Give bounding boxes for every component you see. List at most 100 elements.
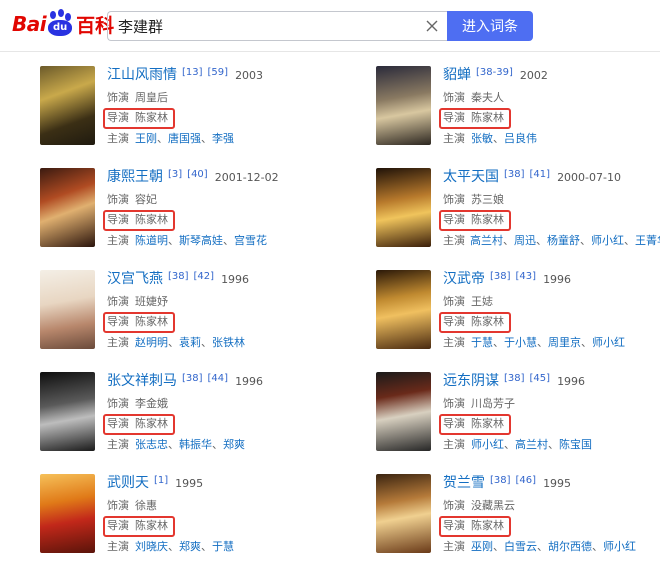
work-card: 汉宫飞燕 [38] [42] 1996 饰演 班婕妤 导演 陈家林 主演 赵明明、袁莉、张铁林 (0, 264, 330, 366)
work-title-link[interactable]: 武则天 (107, 473, 149, 494)
actor-link[interactable]: 高兰村 (470, 234, 503, 247)
reference-link[interactable]: [38] (168, 267, 189, 288)
reference-link[interactable]: [38] (182, 369, 203, 390)
actor-link[interactable]: 张铁林 (212, 336, 245, 349)
poster-image[interactable] (40, 372, 95, 451)
director-highlight-box (439, 516, 511, 537)
actor-link[interactable]: 巫刚 (471, 540, 493, 553)
actor-link[interactable]: 杨童舒 (547, 234, 580, 247)
actor-link[interactable]: 郑爽 (223, 438, 245, 451)
work-title-link[interactable]: 汉武帝 (443, 269, 485, 290)
poster-image[interactable] (40, 474, 95, 553)
title-line: 貂蝉 [38-39] 2002 (443, 65, 660, 88)
work-title-link[interactable]: 貂蝉 (443, 65, 471, 86)
work-title-link[interactable]: 张文祥刺马 (107, 371, 177, 392)
director-row: 导演 陈家林 (439, 516, 660, 537)
close-icon[interactable] (423, 17, 441, 35)
actor-link[interactable]: 王菁华 (635, 234, 660, 247)
actor-link[interactable]: 陈道明 (135, 234, 168, 247)
reference-link[interactable]: [38] (504, 165, 525, 186)
role-value: 苏三娘 (471, 192, 504, 206)
reference-link[interactable]: [38] (490, 267, 511, 288)
cast-row: 主演 陈道明、斯琴高娃、宫雪花 (107, 231, 332, 252)
actor-link[interactable]: 赵明明 (135, 336, 168, 349)
work-title-link[interactable]: 江山风雨情 (107, 65, 177, 86)
enter-entry-button[interactable]: 进入词条 (447, 11, 533, 41)
work-title-link[interactable]: 贺兰雪 (443, 473, 485, 494)
reference-link[interactable]: [41] (530, 165, 551, 186)
actor-link[interactable]: 师小红 (471, 438, 504, 451)
actor-link[interactable]: 韩振华 (179, 438, 212, 451)
actor-link[interactable]: 师小红 (603, 540, 636, 553)
actor-link[interactable]: 高兰村 (515, 438, 548, 451)
reference-link[interactable]: [13] (182, 63, 203, 84)
actor-link[interactable]: 于小慧 (504, 336, 537, 349)
role-value: 李金娥 (135, 396, 168, 410)
work-card: 武则天 [1] 1995 饰演 徐惠 导演 陈家林 主演 刘晓庆、郑爽、于慧 (0, 468, 330, 570)
reference-link[interactable]: [42] (194, 267, 215, 288)
director-row: 导演 陈家林 (103, 108, 332, 129)
poster-image[interactable] (40, 270, 95, 349)
reference-link[interactable]: [1] (154, 471, 168, 492)
poster-image[interactable] (376, 66, 431, 145)
poster-image[interactable] (376, 168, 431, 247)
poster-image[interactable] (376, 270, 431, 349)
poster-image[interactable] (376, 474, 431, 553)
title-line: 汉宫飞燕 [38] [42] 1996 (107, 269, 332, 292)
baidu-baike-logo[interactable]: Bai du 百科 (12, 8, 114, 40)
cast-label: 主演 (107, 335, 129, 349)
poster-image[interactable] (40, 66, 95, 145)
reference-link[interactable]: [38-39] (476, 63, 513, 84)
reference-link[interactable]: [40] (187, 165, 208, 186)
poster-image[interactable] (40, 168, 95, 247)
reference-link[interactable]: [45] (530, 369, 551, 390)
role-row: 饰演 周皇后 (107, 88, 332, 109)
actor-link[interactable]: 袁莉 (179, 336, 201, 349)
role-label: 饰演 (107, 294, 129, 308)
work-title-link[interactable]: 远东阴谋 (443, 371, 499, 392)
cast-links: 张志忠、韩振华、郑爽 (135, 437, 245, 451)
actor-link[interactable]: 张敏 (471, 132, 493, 145)
release-date: 1996 (557, 375, 586, 388)
poster-image[interactable] (376, 372, 431, 451)
actor-link[interactable]: 唐国强 (168, 132, 201, 145)
reference-link[interactable]: [38] (504, 369, 525, 390)
actor-link[interactable]: 师小红 (591, 234, 624, 247)
reference-link[interactable]: [3] (168, 165, 182, 186)
reference-link[interactable]: [43] (516, 267, 537, 288)
search-input[interactable] (108, 17, 408, 35)
actor-link[interactable]: 于慧 (471, 336, 493, 349)
search-box[interactable] (107, 11, 447, 41)
actor-link[interactable]: 郑爽 (179, 540, 201, 553)
reference-link[interactable]: [38] (490, 471, 511, 492)
actor-link[interactable]: 师小红 (592, 336, 625, 349)
work-title-link[interactable]: 康熙王朝 (107, 167, 163, 188)
work-info: 汉宫飞燕 [38] [42] 1996 饰演 班婕妤 导演 陈家林 主演 赵明明、袁莉、张铁林 (103, 269, 332, 353)
role-row: 饰演 李金娥 (107, 394, 332, 415)
cast-label: 主演 (443, 131, 465, 145)
reference-link[interactable]: [44] (208, 369, 229, 390)
actor-link[interactable]: 刘晓庆 (135, 540, 168, 553)
cast-row: 主演 师小红、高兰村、陈宝国 (443, 435, 660, 456)
actor-link[interactable]: 李强 (212, 132, 234, 145)
role-label: 饰演 (443, 192, 465, 206)
actor-link[interactable]: 陈宝国 (559, 438, 592, 451)
work-info: 张文祥刺马 [38] [44] 1996 饰演 李金娥 导演 陈家林 主演 张志忠、韩振华、郑爽 (103, 369, 332, 455)
actor-link[interactable]: 于慧 (212, 540, 234, 553)
actor-link[interactable]: 胡尔西德 (548, 540, 592, 553)
actor-link[interactable]: 斯琴高娃 (179, 234, 223, 247)
reference-link[interactable]: [59] (208, 63, 229, 84)
actor-link[interactable]: 吕良伟 (504, 132, 537, 145)
actor-link[interactable]: 王刚 (135, 132, 157, 145)
work-title-link[interactable]: 太平天国 (443, 167, 499, 188)
director-row: 导演 陈家林 (439, 108, 660, 129)
reference-link[interactable]: [46] (516, 471, 537, 492)
work-info: 江山风雨情 [13] [59] 2003 饰演 周皇后 导演 陈家林 主演 王刚、唐国强、李强 (103, 63, 332, 149)
actor-link[interactable]: 张志忠 (135, 438, 168, 451)
work-title-link[interactable]: 汉宫飞燕 (107, 269, 163, 290)
actor-link[interactable]: 周里京 (548, 336, 581, 349)
actor-link[interactable]: 宫雪花 (234, 234, 267, 247)
cast-label: 主演 (107, 539, 129, 553)
actor-link[interactable]: 周迅 (514, 234, 536, 247)
actor-link[interactable]: 白雪云 (504, 540, 537, 553)
